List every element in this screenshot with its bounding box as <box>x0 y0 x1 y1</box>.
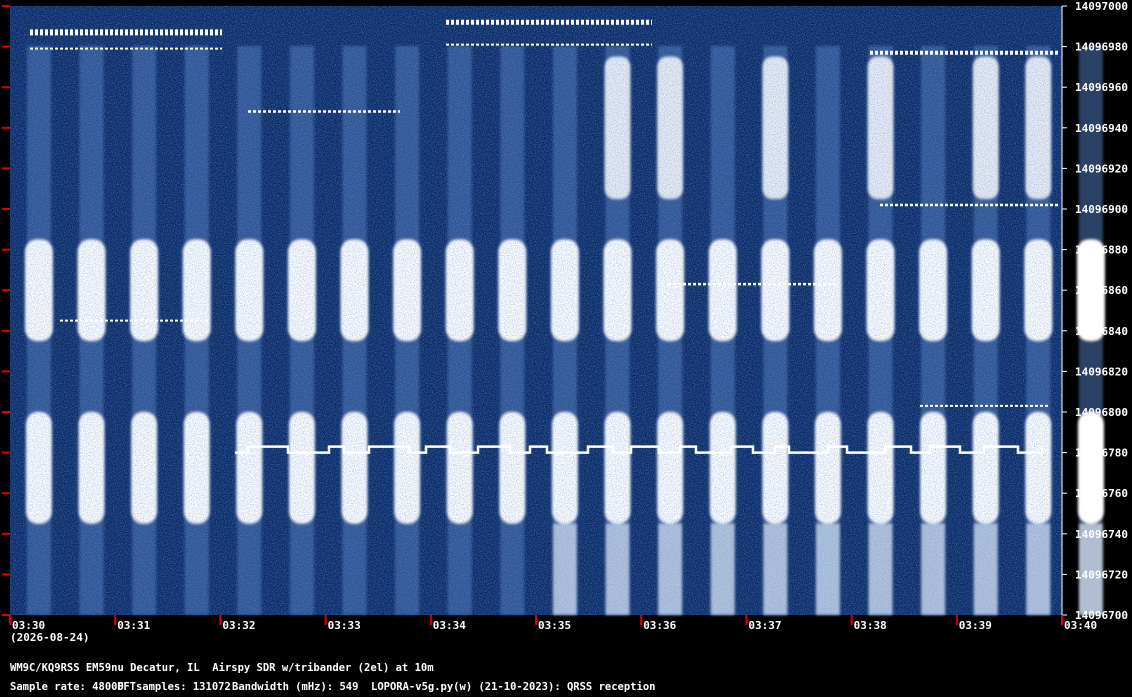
y-tick-label: 14097000 <box>1075 0 1128 13</box>
y-tick-label: 14096820 <box>1075 365 1128 378</box>
y-tick-label: 14096980 <box>1075 41 1128 54</box>
fft-samples: FFTsamples: 131072 <box>117 681 231 693</box>
x-axis: 03:30 03:31 03:32 03:33 03:34 03:35 03:36 03:37… <box>9 615 1097 632</box>
date-label: (2026-08-24) <box>10 631 89 644</box>
x-tick-label: 03:31 <box>117 619 150 632</box>
x-tick-label: 03:34 <box>433 619 466 632</box>
x-tick-label: 03:35 <box>538 619 571 632</box>
x-tick-label: 03:37 <box>748 619 781 632</box>
x-tick-label: 03:32 <box>222 619 255 632</box>
noise-overlay <box>10 6 1062 615</box>
y-tick-label: 14096900 <box>1075 203 1128 216</box>
x-tick-label: 03:33 <box>328 619 361 632</box>
y-tick-label: 14096880 <box>1075 244 1128 257</box>
y-tick-label: 14096940 <box>1075 122 1128 135</box>
x-tick-label: 03:39 <box>959 619 992 632</box>
x-tick-label: 03:40 <box>1064 619 1097 632</box>
y-tick-label: 14096840 <box>1075 325 1128 338</box>
y-tick-label: 14096920 <box>1075 162 1128 175</box>
x-tick-label: 03:38 <box>854 619 887 632</box>
y-tick-label: 14096780 <box>1075 447 1128 460</box>
bandwidth: Bandwidth (mHz): 549 <box>232 681 359 693</box>
y-tick-label: 14096740 <box>1075 528 1128 541</box>
y-tick-label: 14096960 <box>1075 81 1128 94</box>
software-info: LOPORA-v5g.py(w) (21-10-2023): QRSS rece… <box>371 681 656 693</box>
y-tick-label: 14096760 <box>1075 487 1128 500</box>
burst-blob <box>1077 412 1104 524</box>
y-tick-label: 14096800 <box>1075 406 1128 419</box>
sample-rate: Sample rate: 48000 <box>10 681 124 693</box>
waterfall-chart: 14097000 14096980 14096960 14096940 14096920… <box>2 0 1128 644</box>
y-tick-label: 14096860 <box>1075 284 1128 297</box>
y-tick-label: 14096720 <box>1075 568 1128 581</box>
station-info: WM9C/KQ9RSS EM59nu Decatur, IL Airspy SD… <box>10 662 434 674</box>
x-tick-label: 03:36 <box>643 619 676 632</box>
